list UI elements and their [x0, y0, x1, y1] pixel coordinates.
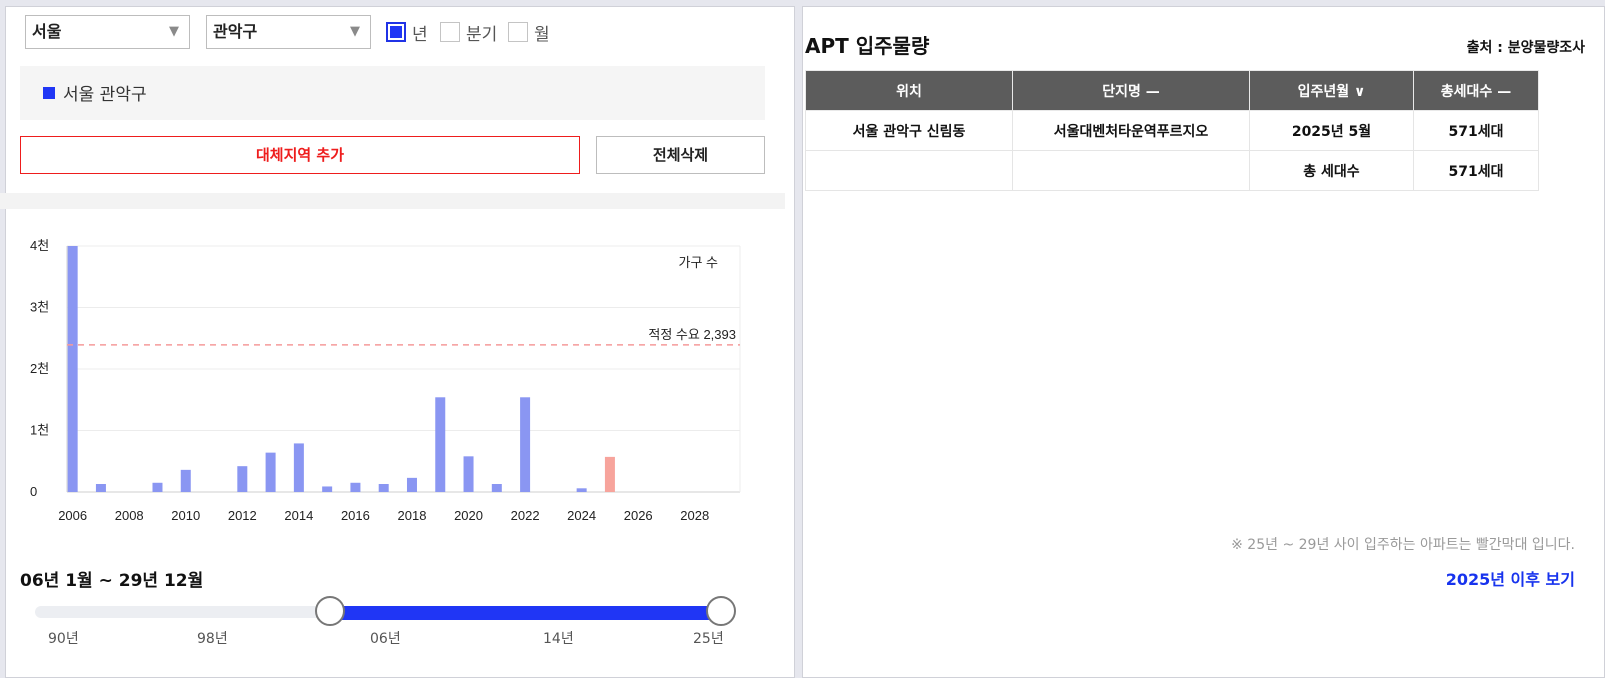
x-tick-label: 2026 — [624, 508, 653, 523]
table-row[interactable]: 서울 관악구 신림동 서울대벤처타운역푸르지오 2025년 5월 571세대 — [805, 110, 1539, 151]
selected-region-label: 서울 관악구 — [63, 85, 147, 105]
y-tick-label: 3천 — [30, 300, 49, 315]
x-tick-label: 2008 — [115, 508, 144, 523]
slider-label: 90년 — [48, 631, 79, 647]
table-cell: 총 세대수 — [1249, 150, 1414, 191]
period-option-label: 년 — [412, 24, 428, 45]
y-tick-label: 0 — [30, 484, 37, 499]
bar-2014 — [293, 443, 304, 492]
chart-ylabel: 가구 수 — [679, 255, 719, 270]
checkbox-icon[interactable] — [508, 22, 528, 42]
checkbox-icon[interactable] — [440, 22, 460, 42]
supply-bar-chart: 0 1천 2천 3천 4천 2006 2008 2010 2012 2014 2016 2018 202… — [30, 238, 741, 523]
x-tick-label: 2016 — [341, 508, 370, 523]
bar-2012 — [237, 466, 248, 492]
after-2025-link[interactable]: 2025년 이후 보기 — [1446, 566, 1575, 590]
bar-2018 — [406, 477, 417, 492]
dropdown-arrow-icon: ▼ — [350, 24, 360, 39]
bar-2022 — [520, 397, 531, 492]
y-tick-label: 2천 — [30, 361, 49, 376]
table-cell: 571세대 — [1413, 110, 1539, 151]
range-slider-end-handle[interactable] — [706, 596, 736, 626]
apt-table: 위치 단지명 — 입주년월 ∨ 총세대수 — 서울 관악구 신림동 서울대벤처타… — [805, 70, 1539, 191]
apt-title: APT 입주물량 — [805, 34, 930, 58]
y-tick-label: 4천 — [30, 238, 49, 253]
bar-2025 — [604, 456, 615, 492]
table-cell: 2025년 5월 — [1249, 110, 1414, 151]
column-header-households[interactable]: 총세대수 — — [1413, 70, 1539, 111]
bar-2019 — [435, 397, 446, 492]
threshold-label: 적정 수요 2,393 — [648, 327, 736, 342]
table-cell — [805, 150, 1013, 191]
dropdown-arrow-icon: ▼ — [169, 24, 179, 39]
city-select-value: 서울 — [32, 22, 62, 41]
region-color-swatch — [43, 87, 55, 99]
clear-all-button[interactable]: 전체삭제 — [596, 136, 765, 174]
section-divider — [0, 193, 785, 209]
period-option-label: 분기 — [466, 24, 498, 45]
bar-2017 — [378, 484, 389, 492]
range-slider-fill — [330, 606, 720, 620]
bar-2006 — [67, 246, 78, 492]
x-tick-label: 2022 — [511, 508, 540, 523]
x-tick-label: 2020 — [454, 508, 483, 523]
bar-2009 — [152, 482, 163, 492]
y-tick-label: 1천 — [30, 423, 49, 438]
slider-label: 25년 — [693, 631, 724, 647]
slider-label: 98년 — [197, 631, 228, 647]
district-select-value: 관악구 — [213, 22, 258, 41]
period-option-label: 월 — [534, 24, 550, 45]
period-option-month[interactable]: 월 — [508, 20, 550, 45]
slider-label: 06년 — [370, 631, 401, 647]
bar-2010 — [180, 469, 191, 492]
column-header-location[interactable]: 위치 — [805, 70, 1013, 111]
bar-2015 — [322, 486, 333, 492]
x-tick-label: 2014 — [284, 508, 313, 523]
table-total-row: 총 세대수 571세대 — [805, 150, 1539, 191]
period-range: 06년 1월 ~ 29년 12월 — [20, 571, 204, 591]
bar-2024 — [576, 488, 587, 492]
table-cell — [1012, 150, 1250, 191]
city-select[interactable]: 서울 ▼ — [25, 15, 190, 49]
x-tick-label: 2018 — [398, 508, 427, 523]
chart-note: ※ 25년 ~ 29년 사이 입주하는 아파트는 빨간막대 입니다. — [1231, 537, 1575, 553]
slider-label: 14년 — [543, 631, 574, 647]
x-tick-label: 2028 — [680, 508, 709, 523]
column-header-move-in[interactable]: 입주년월 ∨ — [1249, 70, 1414, 111]
add-region-button[interactable]: 대체지역 추가 — [20, 136, 580, 174]
x-tick-label: 2024 — [567, 508, 596, 523]
data-source: 출처 : 분양물량조사 — [1466, 40, 1585, 56]
x-tick-label: 2012 — [228, 508, 257, 523]
table-cell: 서울대벤처타운역푸르지오 — [1012, 110, 1250, 151]
table-cell: 서울 관악구 신림동 — [805, 110, 1013, 151]
selected-region-bar: 서울 관악구 — [20, 66, 765, 120]
x-tick-label: 2006 — [58, 508, 87, 523]
x-tick-label: 2010 — [171, 508, 200, 523]
table-cell: 571세대 — [1413, 150, 1539, 191]
period-option-year[interactable]: 년 — [386, 20, 428, 45]
district-select[interactable]: 관악구 ▼ — [206, 15, 371, 49]
bar-2020 — [463, 456, 474, 492]
range-slider-start-handle[interactable] — [315, 596, 345, 626]
checkbox-checked-icon[interactable] — [386, 22, 406, 42]
column-header-complex[interactable]: 단지명 — — [1012, 70, 1250, 111]
period-option-quarter[interactable]: 분기 — [440, 20, 498, 45]
bar-2013 — [265, 452, 276, 492]
bar-2007 — [95, 484, 106, 492]
bar-2021 — [491, 484, 502, 492]
bar-2016 — [350, 482, 361, 492]
